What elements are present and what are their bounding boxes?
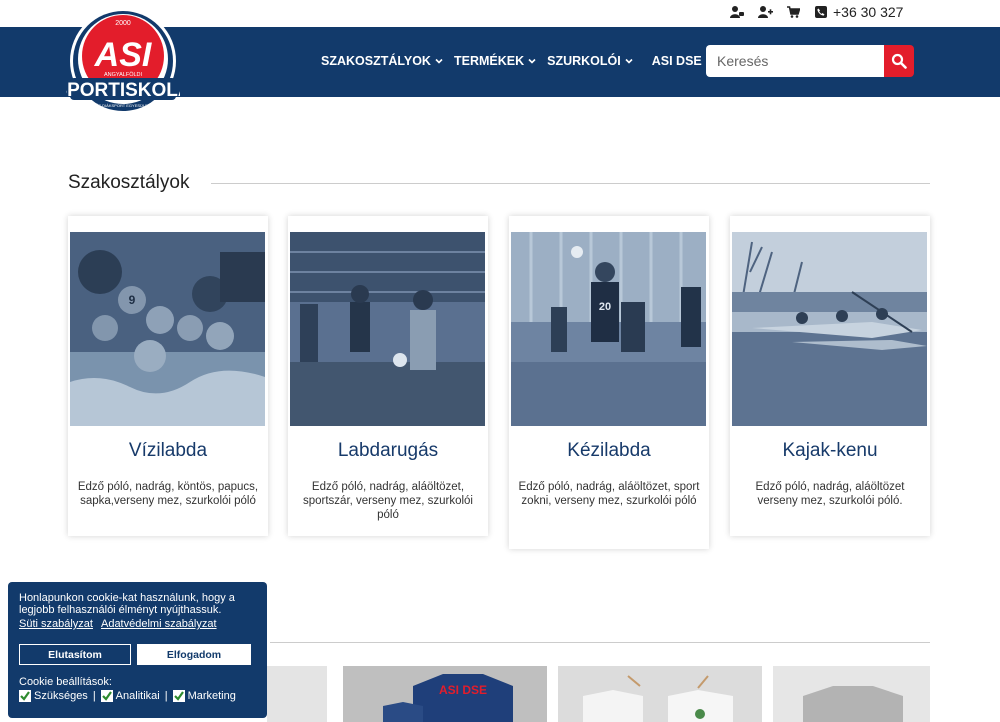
nav-item-label: TERMÉKEK [453,54,525,68]
card-kezilabda[interactable]: 20 Kézilabda Edző póló, nadrág, aláöltöz… [509,216,709,549]
kezilabda-photo: 20 [511,232,706,426]
card-description: Edző póló, nadrág, köntös, papucs, sapka… [77,481,259,507]
chevron-down-icon [528,58,536,64]
product-card[interactable] [773,666,930,722]
nav-item-szurkoloi[interactable]: SZURKOLÓI [547,54,633,68]
logo-line2: SPORTISKOLA [66,80,180,101]
checkmark-icon [101,691,112,701]
svg-text:20: 20 [599,301,611,313]
checkmark-icon [173,691,184,701]
search-input[interactable] [706,45,884,77]
card-description: Edző póló, nadrág, aláöltözet, sportszár… [302,481,473,521]
card-title: Kajak-kenu [782,440,878,461]
marketing-label: Marketing [187,690,236,702]
main-menu: SZAKOSZTÁLYOK TERMÉKEK SZURKOLÓI ASI DSE [321,54,702,68]
nav-item-label: SZAKOSZTÁLYOK [321,54,431,68]
cookie-policy-link[interactable]: Süti szabályzat [19,618,93,630]
search-button[interactable] [884,45,914,77]
card-labdarugas[interactable]: Labdarugás Edző póló, nadrág, aláöltözet… [288,216,488,536]
svg-text:9: 9 [129,293,136,307]
nav-item-label: SZURKOLÓI [547,54,621,68]
nav-item-asi-dse[interactable]: ASI DSE [652,54,702,68]
analytics-checkbox[interactable] [100,690,113,702]
logo-line3: ÉS DIÁKSPORT EGYESÜLET [96,103,151,108]
card-description: Edző póló, nadrág, aláöltözet, sport zok… [518,481,700,507]
top-icons: +36 30 327 [728,3,903,21]
vizilabda-photo: 9 [70,232,265,426]
logo-year: 2000 [115,20,131,27]
section-divider-2 [270,642,930,643]
card-vizilabda[interactable]: 9 Vízilabda Edző póló, nadrág, köntös, p… [68,216,268,536]
user-add-icon[interactable] [756,3,774,21]
search-icon [891,53,907,69]
cookie-buttons: Elutasítom Elfogadom [19,644,251,665]
product-card[interactable] [267,666,327,722]
nav-item-szakosztalyok[interactable]: SZAKOSZTÁLYOK [321,54,443,68]
logo-line1: ANGYALFÖLDI [104,71,143,78]
card-title: Vízilabda [128,440,208,461]
cookie-options: Szükséges | Analitikai | Marketing [19,690,236,702]
shirt-print: ASI DSE [439,683,487,697]
phone-contact[interactable]: +36 30 327 [812,3,903,21]
cookie-text: Honlapunkon cookie-kat használunk, hogy … [19,592,235,616]
nav-item-label: ASI DSE [651,54,702,68]
phone-number: +36 30 327 [833,4,904,20]
search-bar [706,45,914,77]
chevron-down-icon [625,58,633,64]
product-card[interactable]: ASI DSE [343,666,547,722]
card-title: Labdarugás [337,440,439,461]
separator: | [164,690,168,702]
reject-cookies-button[interactable]: Elutasítom [19,644,131,665]
user-login-icon[interactable] [728,3,746,21]
section-title-text: Szakosztályok [68,172,190,193]
section-divider [211,183,930,184]
cart-icon[interactable] [784,3,802,21]
nav-item-termekek[interactable]: TERMÉKEK [454,54,536,68]
necessary-checkbox[interactable] [19,690,31,702]
card-title: Kézilabda [567,440,651,461]
product-card[interactable] [558,666,762,722]
cookie-settings-label: Cookie beállítások: [19,676,112,688]
section-title-szakosztalyok: Szakosztályok [68,172,189,194]
analytics-label: Analitikai [115,690,160,702]
cookie-links: Süti szabályzat Adatvédelmi szabályzat [19,618,256,630]
marketing-checkbox[interactable] [172,690,185,702]
chevron-down-icon [435,58,443,64]
separator: | [92,690,96,702]
sportiskola-logo[interactable]: 2000 ASI ANGYALFÖLDI SPORTISKOLA ÉS DIÁK… [66,8,180,116]
privacy-policy-link[interactable]: Adatvédelmi szabályzat [101,618,217,630]
card-kajak-kenu[interactable]: Kajak-kenu Edző póló, nadrág, aláöltözet… [730,216,930,536]
accept-cookies-button[interactable]: Elfogadom [137,644,251,665]
checkmark-icon [20,691,30,701]
kajak-kenu-photo [732,232,927,426]
cookie-banner: Honlapunkon cookie-kat használunk, hogy … [8,582,267,718]
necessary-label: Szükséges [34,690,88,702]
logo-letters: ASI [94,36,153,74]
card-description: Edző póló, nadrág, aláöltözet verseny me… [755,481,905,507]
phone-icon [812,3,830,21]
labdarugas-photo [290,232,485,426]
